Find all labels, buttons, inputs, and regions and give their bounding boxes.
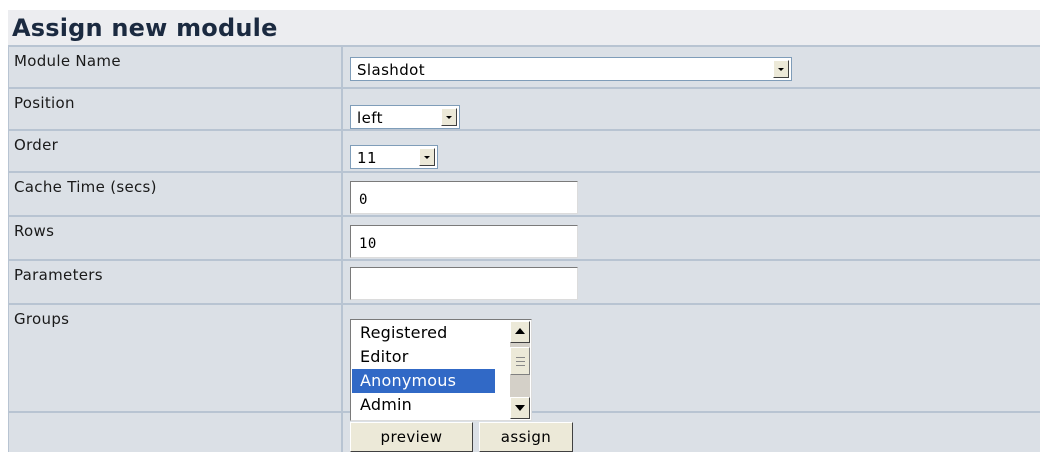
dropdown-arrow-icon[interactable] xyxy=(773,60,789,78)
group-option-anonymous[interactable]: Anonymous xyxy=(352,369,495,393)
order-value: 11 xyxy=(357,149,377,167)
position-value: left xyxy=(357,109,383,127)
cache-time-input[interactable]: 0 xyxy=(350,181,578,214)
rows-value: 10 xyxy=(359,236,377,252)
groups-listbox[interactable]: Registered Editor Anonymous Admin xyxy=(350,319,532,421)
groups-scrollbar[interactable] xyxy=(510,321,530,419)
parameters-label: Parameters xyxy=(14,266,103,284)
scroll-up-arrow-icon[interactable] xyxy=(510,321,530,343)
scroll-down-arrow-icon[interactable] xyxy=(510,397,530,419)
assign-button[interactable]: assign xyxy=(479,422,573,452)
group-option-registered[interactable]: Registered xyxy=(352,321,495,345)
rows-label: Rows xyxy=(14,222,55,240)
order-select[interactable]: 11 xyxy=(350,145,438,169)
preview-button[interactable]: preview xyxy=(350,422,473,452)
parameters-input[interactable] xyxy=(350,267,578,300)
assign-module-panel: Assign new module Module Name Position O… xyxy=(8,10,1040,452)
cache-time-value: 0 xyxy=(359,192,368,208)
cache-time-label: Cache Time (secs) xyxy=(14,178,157,196)
module-name-select[interactable]: Slashdot xyxy=(350,57,792,81)
rows-input[interactable]: 10 xyxy=(350,225,578,258)
row-order: Order xyxy=(8,131,1040,171)
position-label: Position xyxy=(14,94,75,112)
row-position: Position xyxy=(8,89,1040,129)
order-label: Order xyxy=(14,136,59,154)
dropdown-arrow-icon[interactable] xyxy=(441,108,457,126)
group-option-admin[interactable]: Admin xyxy=(352,393,495,417)
group-option-editor[interactable]: Editor xyxy=(352,345,495,369)
module-name-value: Slashdot xyxy=(357,61,425,79)
module-name-label: Module Name xyxy=(14,52,121,70)
groups-label: Groups xyxy=(14,310,70,328)
scroll-thumb[interactable] xyxy=(510,347,530,375)
dropdown-arrow-icon[interactable] xyxy=(419,148,435,166)
page-title: Assign new module xyxy=(12,14,278,42)
panel-title-bar: Assign new module xyxy=(8,10,1040,45)
position-select[interactable]: left xyxy=(350,105,460,129)
